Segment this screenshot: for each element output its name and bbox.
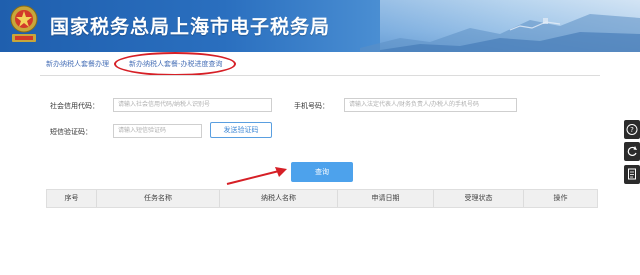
credit-code-label: 社会信用代码： — [50, 102, 99, 110]
column-header: 纳税人名称 — [220, 190, 338, 207]
query-button[interactable]: 查询 — [291, 162, 353, 182]
phone-label: 手机号码： — [294, 102, 329, 110]
svg-text:?: ? — [630, 126, 634, 134]
tax-emblem-icon — [10, 5, 38, 42]
refresh-icon — [627, 146, 637, 157]
breadcrumb-divider — [40, 75, 600, 76]
results-table-header: 序号 任务名称 纳税人名称 申请日期 受理状态 操作 — [46, 189, 598, 208]
header-banner: 国家税务总局上海市电子税务局 — [0, 0, 640, 52]
page-title: 国家税务总局上海市电子税务局 — [50, 16, 331, 38]
column-header: 申请日期 — [338, 190, 434, 207]
column-header: 任务名称 — [97, 190, 220, 207]
page: 国家税务总局上海市电子税务局 新办纳税人套餐办理 新办纳税人套餐-办税进度查询 … — [0, 0, 640, 275]
annotation-red-arrow-icon — [226, 167, 287, 185]
help-button[interactable]: ? — [624, 120, 640, 139]
great-wall-illustration — [360, 14, 640, 52]
document-icon — [628, 168, 636, 180]
document-button[interactable] — [624, 165, 640, 184]
sms-code-label: 短信验证码： — [50, 128, 92, 136]
send-code-button[interactable]: 发送验证码 — [210, 122, 272, 138]
breadcrumb-item-new-taxpayer[interactable]: 新办纳税人套餐办理 — [46, 59, 109, 69]
credit-code-input[interactable]: 请输入社会信用代码/纳税人识别号 — [113, 98, 272, 112]
refresh-button[interactable] — [624, 142, 640, 161]
column-header: 受理状态 — [434, 190, 524, 207]
help-icon: ? — [626, 124, 638, 135]
column-header: 操作 — [553, 194, 568, 202]
annotation-red-oval — [114, 52, 236, 76]
breadcrumb: 新办纳税人套餐办理 新办纳税人套餐-办税进度查询 — [0, 52, 640, 76]
sms-code-input[interactable]: 请输入短信验证码 — [113, 124, 202, 138]
column-header: 序号 — [47, 190, 97, 207]
phone-input[interactable]: 请输入法定代表人/财务负责人/办税人的手机号码 — [344, 98, 517, 112]
